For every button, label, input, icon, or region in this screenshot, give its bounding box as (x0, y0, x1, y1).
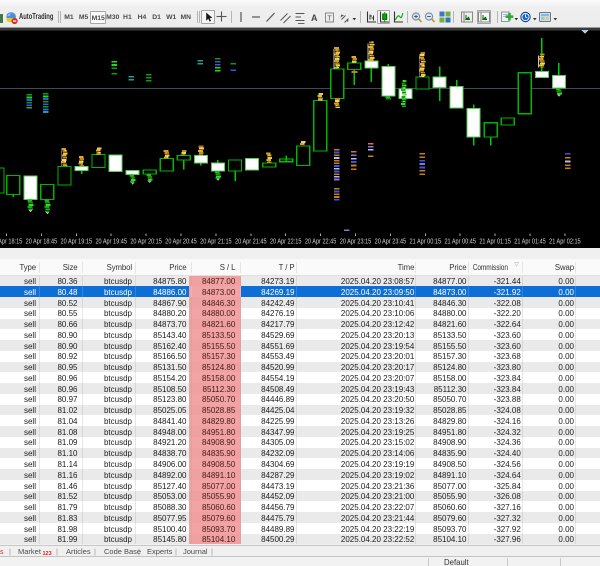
svg-text:20 Apr 22:45: 20 Apr 22:45 (305, 239, 337, 246)
svg-text:20 Apr 20:15: 20 Apr 20:15 (130, 239, 162, 246)
svg-text:20 Apr 21:15: 20 Apr 21:15 (200, 239, 232, 246)
svg-text:21 Apr 01:15: 21 Apr 01:15 (479, 239, 511, 246)
svg-text:20 Apr 23:15: 20 Apr 23:15 (340, 239, 372, 246)
svg-text:21 Apr 00:45: 21 Apr 00:45 (444, 239, 476, 246)
svg-text:20 Apr 18:15: 20 Apr 18:15 (0, 239, 22, 246)
svg-text:20 Apr 22:15: 20 Apr 22:15 (270, 239, 302, 246)
svg-text:21 Apr 01:45: 21 Apr 01:45 (514, 239, 546, 246)
svg-text:20 Apr 19:15: 20 Apr 19:15 (61, 239, 93, 246)
svg-text:20 Apr 23:45: 20 Apr 23:45 (375, 239, 407, 246)
svg-text:20 Apr 19:45: 20 Apr 19:45 (95, 239, 127, 246)
svg-text:20 Apr 20:45: 20 Apr 20:45 (165, 239, 197, 246)
svg-text:20 Apr 21:45: 20 Apr 21:45 (235, 239, 267, 246)
svg-text:20 Apr 18:45: 20 Apr 18:45 (26, 239, 58, 246)
svg-text:T: T (328, 16, 333, 23)
svg-text:21 Apr 00:15: 21 Apr 00:15 (410, 239, 442, 246)
svg-text:21 Apr 02:15: 21 Apr 02:15 (549, 239, 581, 246)
svg-text:A: A (311, 13, 318, 23)
